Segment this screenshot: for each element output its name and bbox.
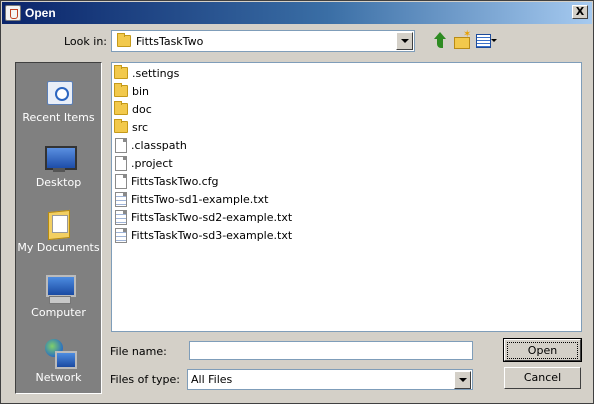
list-item[interactable]: .classpath [114,136,187,154]
file-name: FittsTaskTwo.cfg [131,174,219,188]
place-label: Recent Items [22,111,95,124]
place-desktop[interactable]: Desktop [16,134,101,194]
text-file-icon [115,191,127,207]
new-folder-icon[interactable] [451,29,473,51]
window-title: Open [25,6,56,20]
place-label: Network [35,371,82,384]
file-name: .classpath [131,138,187,152]
list-item[interactable]: FittsTaskTwo-sd2-example.txt [114,208,292,226]
open-button[interactable]: Open [503,338,582,362]
place-label: My Documents [17,241,100,254]
list-item[interactable]: FittsTaskTwo-sd3-example.txt [114,226,292,244]
place-label: Desktop [35,176,82,189]
look-in-label: Look in: [64,35,107,48]
list-item[interactable]: bin [114,82,149,100]
text-file-icon [115,227,127,243]
file-list[interactable]: .settings bin doc src .classpath .projec… [111,62,582,332]
file-name: bin [132,84,150,98]
close-button[interactable]: X [572,5,588,19]
place-network[interactable]: Network [16,329,101,389]
file-name: FittsTaskTwo-sd3-example.txt [131,228,293,242]
file-name: src [132,120,149,134]
title-bar[interactable]: Open X [2,2,592,24]
file-name: .project [131,156,173,170]
cancel-button[interactable]: Cancel [504,367,581,389]
folder-icon [114,101,128,115]
list-item[interactable]: .project [114,154,173,172]
text-file-icon [115,209,127,225]
place-label: Computer [31,306,86,319]
list-item[interactable]: .settings [114,64,179,82]
file-icon [115,173,127,189]
chevron-down-icon[interactable] [396,32,413,50]
up-one-level-icon[interactable] [427,31,449,51]
files-of-type-label: Files of type: [110,373,181,386]
folder-icon [114,83,128,97]
place-computer[interactable]: Computer [16,264,101,324]
file-icon [115,137,127,153]
files-of-type-combobox[interactable]: All Files [187,369,473,390]
list-item[interactable]: doc [114,100,152,118]
open-dialog: Open X Look in: FittsTaskTwo Recent Item… [0,0,594,404]
list-item[interactable]: FittsTwo-sd1-example.txt [114,190,268,208]
my-documents-icon [43,207,75,239]
folder-icon [114,65,128,79]
chevron-down-icon[interactable] [454,371,471,389]
network-icon [43,337,77,369]
file-name: .settings [132,66,180,80]
place-my-documents[interactable]: My Documents [16,199,101,259]
file-icon [115,155,127,171]
desktop-icon [43,142,77,174]
open-button-label: Open [507,342,578,359]
files-of-type-value: All Files [191,373,233,386]
look-in-combobox[interactable]: FittsTaskTwo [111,30,415,52]
list-item[interactable]: src [114,118,148,136]
java-cup-icon [5,5,21,21]
recent-items-icon [43,77,75,109]
places-bar: Recent Items Desktop My Documents Comput… [15,62,102,394]
computer-icon [43,272,76,304]
file-name: FittsTaskTwo-sd2-example.txt [131,210,293,224]
file-name: FittsTwo-sd1-example.txt [131,192,269,206]
file-name-label: File name: [110,345,167,358]
list-item[interactable]: FittsTaskTwo.cfg [114,172,219,190]
view-menu-icon[interactable] [475,31,497,51]
folder-icon [117,33,131,47]
place-recent-items[interactable]: Recent Items [16,69,101,129]
folder-icon [114,119,128,133]
file-name: doc [132,102,152,116]
look-in-value: FittsTaskTwo [136,34,204,48]
file-name-field[interactable] [189,341,473,360]
